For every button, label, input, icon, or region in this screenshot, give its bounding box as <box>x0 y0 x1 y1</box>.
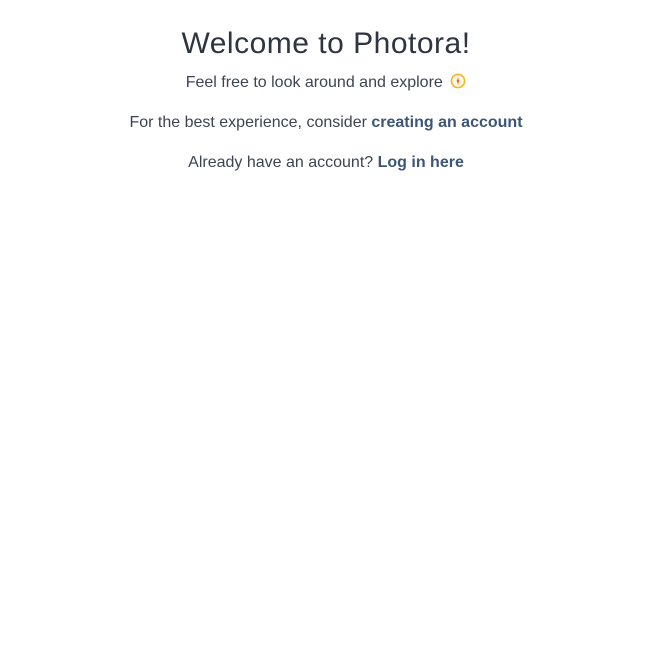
login-prefix: Already have an account? <box>188 154 374 171</box>
create-account-link[interactable]: creating an account <box>371 114 522 131</box>
page-title: Welcome to Photora! <box>181 27 471 60</box>
welcome-panel: Welcome to Photora! Feel free to look ar… <box>0 0 666 173</box>
login-message: Already have an account? Log in here <box>0 153 659 173</box>
explore-text: Feel free to look around and explore <box>185 74 443 91</box>
compass-icon <box>450 73 466 89</box>
signup-prefix: For the best experience, consider <box>129 114 367 131</box>
explore-message: Feel free to look around and explore <box>0 73 659 93</box>
signup-message: For the best experience, consider creati… <box>0 113 659 133</box>
login-link[interactable]: Log in here <box>378 154 464 171</box>
